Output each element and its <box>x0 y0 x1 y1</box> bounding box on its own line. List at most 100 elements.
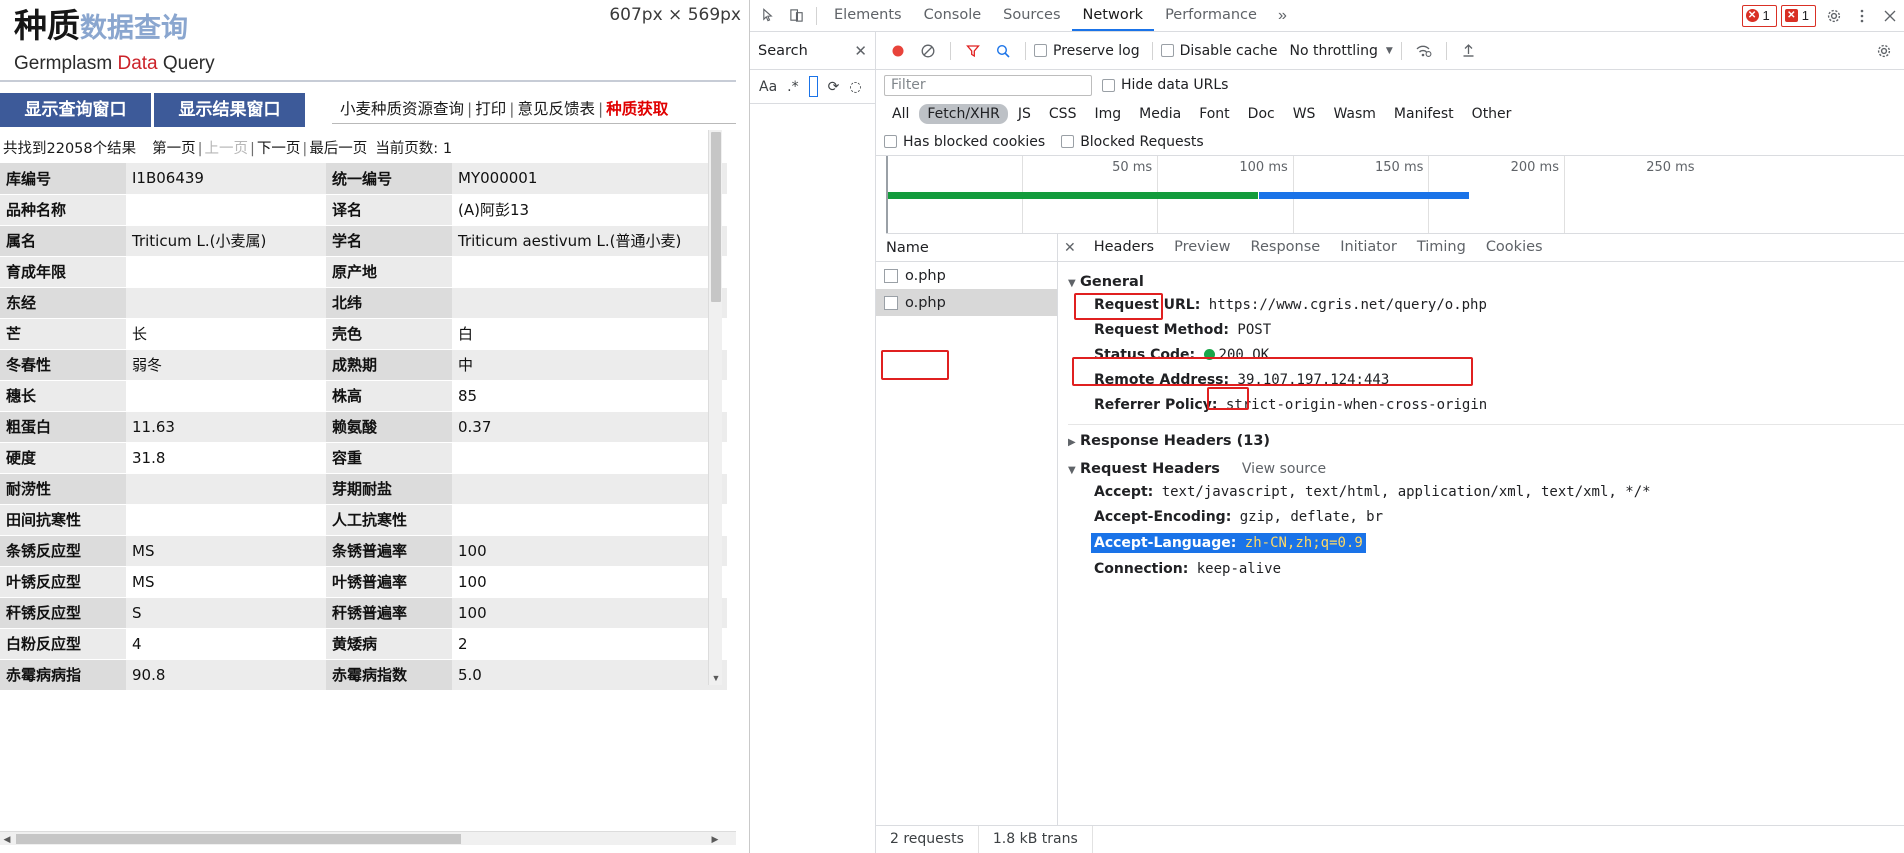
resource-filter-css[interactable]: CSS <box>1041 104 1085 124</box>
page-vertical-scrollbar[interactable]: ▲ ▼ <box>708 130 722 685</box>
field-label: 芒 <box>0 318 126 350</box>
nav-germplasm-acquire[interactable]: 种质获取 <box>606 100 668 118</box>
resource-filter-img[interactable]: Img <box>1086 104 1129 124</box>
search-text-cursor[interactable] <box>808 76 818 97</box>
scroll-down-icon[interactable]: ▼ <box>709 671 723 685</box>
hide-data-urls-checkbox[interactable]: Hide data URLs <box>1102 77 1228 93</box>
detail-tab-timing[interactable]: Timing <box>1407 234 1476 261</box>
regex-icon[interactable]: .* <box>787 79 798 95</box>
timeline-tick-label: 150 ms <box>1375 160 1424 175</box>
match-case-icon[interactable]: Aa <box>759 79 777 95</box>
network-settings-gear-icon[interactable] <box>1870 37 1898 65</box>
page-horizontal-scrollbar[interactable]: ◀ ▶ <box>0 831 736 845</box>
record-button[interactable] <box>884 37 912 65</box>
clear-search-icon[interactable]: ◌ <box>849 79 861 95</box>
throttling-select[interactable]: No throttling ▼ <box>1289 43 1392 59</box>
field-value: 0.37 <box>452 411 727 443</box>
general-section-title[interactable]: ▼ General <box>1068 274 1904 290</box>
request-row[interactable]: o.php <box>876 289 1057 316</box>
close-devtools-icon[interactable] <box>1876 2 1904 30</box>
resource-filter-media[interactable]: Media <box>1131 104 1189 124</box>
checkbox-box[interactable] <box>1102 78 1115 92</box>
detail-tab-cookies[interactable]: Cookies <box>1476 234 1553 261</box>
field-value: 11.63 <box>126 411 326 443</box>
pager-first[interactable]: 第一页 <box>152 141 196 157</box>
has-blocked-cookies-checkbox[interactable]: Has blocked cookies <box>884 134 1045 150</box>
devtools-tab-elements[interactable]: Elements <box>823 0 913 31</box>
name-column-header[interactable]: Name <box>876 234 1057 262</box>
current-page-value: 1 <box>442 141 453 157</box>
scroll-left-icon[interactable]: ◀ <box>0 832 14 846</box>
response-headers-section-title[interactable]: ▶ Response Headers (13) <box>1068 433 1904 449</box>
request-headers-section-title[interactable]: ▼ Request Headers View source <box>1068 461 1904 477</box>
detail-tab-response[interactable]: Response <box>1241 234 1331 261</box>
network-conditions-icon[interactable] <box>1410 37 1438 65</box>
warning-count-badge[interactable]: ✕ 1 <box>1780 4 1816 27</box>
field-value <box>126 380 326 412</box>
devtools-tab-network[interactable]: Network <box>1072 0 1155 31</box>
checkbox-box[interactable] <box>1061 135 1075 148</box>
resource-filter-other[interactable]: Other <box>1464 104 1520 124</box>
field-value <box>126 256 326 288</box>
devtools-tab-console[interactable]: Console <box>913 0 993 31</box>
horizontal-scroll-thumb[interactable] <box>16 834 461 844</box>
detail-tab-headers[interactable]: Headers <box>1084 234 1164 261</box>
checkbox-box[interactable] <box>1160 44 1174 57</box>
inspect-element-icon[interactable] <box>754 2 782 30</box>
detail-tab-initiator[interactable]: Initiator <box>1330 234 1407 261</box>
nav-wheat-query[interactable]: 小麦种质资源查询 <box>340 100 464 118</box>
refresh-icon[interactable]: ⟳ <box>828 79 840 95</box>
devtools-menu-icon[interactable] <box>1848 2 1876 30</box>
resource-filter-font[interactable]: Font <box>1191 104 1237 124</box>
table-row: 东经 北纬 <box>0 287 727 319</box>
blocked-requests-checkbox[interactable]: Blocked Requests <box>1061 134 1204 150</box>
resource-filter-ws[interactable]: WS <box>1285 104 1324 124</box>
request-row[interactable]: o.php <box>876 262 1057 289</box>
resource-filter-wasm[interactable]: Wasm <box>1325 104 1383 124</box>
scroll-right-icon[interactable]: ▶ <box>708 832 722 846</box>
preserve-log-checkbox[interactable]: Preserve log <box>1034 43 1140 59</box>
import-har-icon[interactable] <box>1455 37 1483 65</box>
request-checkbox[interactable] <box>884 295 898 310</box>
checkbox-box[interactable] <box>1034 44 1047 57</box>
vertical-scroll-thumb[interactable] <box>711 132 721 302</box>
more-tabs-icon[interactable]: » <box>1268 7 1297 25</box>
disable-cache-checkbox[interactable]: Disable cache <box>1160 43 1277 59</box>
detail-close-icon[interactable]: ✕ <box>1064 239 1076 256</box>
header-key: Connection: <box>1094 561 1189 577</box>
pager-last[interactable]: 最后一页 <box>309 141 367 157</box>
view-source-link[interactable]: View source <box>1242 461 1326 477</box>
resource-filter-all[interactable]: All <box>884 104 917 124</box>
resource-filter-js[interactable]: JS <box>1010 104 1039 124</box>
error-count-badge[interactable]: ✕ 1 <box>1741 4 1777 27</box>
filter-icon[interactable] <box>959 37 987 65</box>
resource-filter-doc[interactable]: Doc <box>1240 104 1283 124</box>
show-result-window-button[interactable]: 显示结果窗口 <box>154 93 305 127</box>
search-options-row: Aa .* ⟳ ◌ <box>750 70 875 104</box>
field-label: 叶锈普遍率 <box>326 566 452 598</box>
resource-filter-fetch-xhr[interactable]: Fetch/XHR <box>919 104 1008 124</box>
request-checkbox[interactable] <box>884 268 898 283</box>
filter-input[interactable]: Filter <box>884 74 1092 96</box>
search-close-icon[interactable]: ✕ <box>854 42 867 60</box>
detail-tab-preview[interactable]: Preview <box>1164 234 1240 261</box>
chevron-down-icon: ▼ <box>1385 45 1393 56</box>
clear-button[interactable] <box>914 37 942 65</box>
devtools-tab-performance[interactable]: Performance <box>1154 0 1268 31</box>
viewport-size-badge: 607px × 569px <box>609 5 741 25</box>
show-query-window-button[interactable]: 显示查询窗口 <box>0 93 151 127</box>
requests-list: Name o.php o.php <box>876 234 1058 853</box>
window-tabs: 显示查询窗口 显示结果窗口 小麦种质资源查询 | 打印 | 意见反馈表 | 种质获取 <box>0 93 736 133</box>
timeline-tick: 250 ms <box>1564 156 1700 233</box>
devtools-tab-sources[interactable]: Sources <box>992 0 1071 31</box>
table-row: 赤霉病病指 90.8 赤霉病指数 5.0 <box>0 659 727 691</box>
device-toolbar-icon[interactable] <box>782 2 810 30</box>
pager-next[interactable]: 下一页 <box>257 141 301 157</box>
nav-print[interactable]: 打印 <box>475 100 506 118</box>
settings-gear-icon[interactable] <box>1820 2 1848 30</box>
checkbox-box[interactable] <box>884 135 897 148</box>
nav-feedback[interactable]: 意见反馈表 <box>518 100 596 118</box>
network-overview-timeline[interactable]: 50 ms 100 ms 150 ms 200 ms 250 ms <box>886 156 1904 234</box>
search-icon[interactable] <box>989 37 1017 65</box>
resource-filter-manifest[interactable]: Manifest <box>1386 104 1462 124</box>
